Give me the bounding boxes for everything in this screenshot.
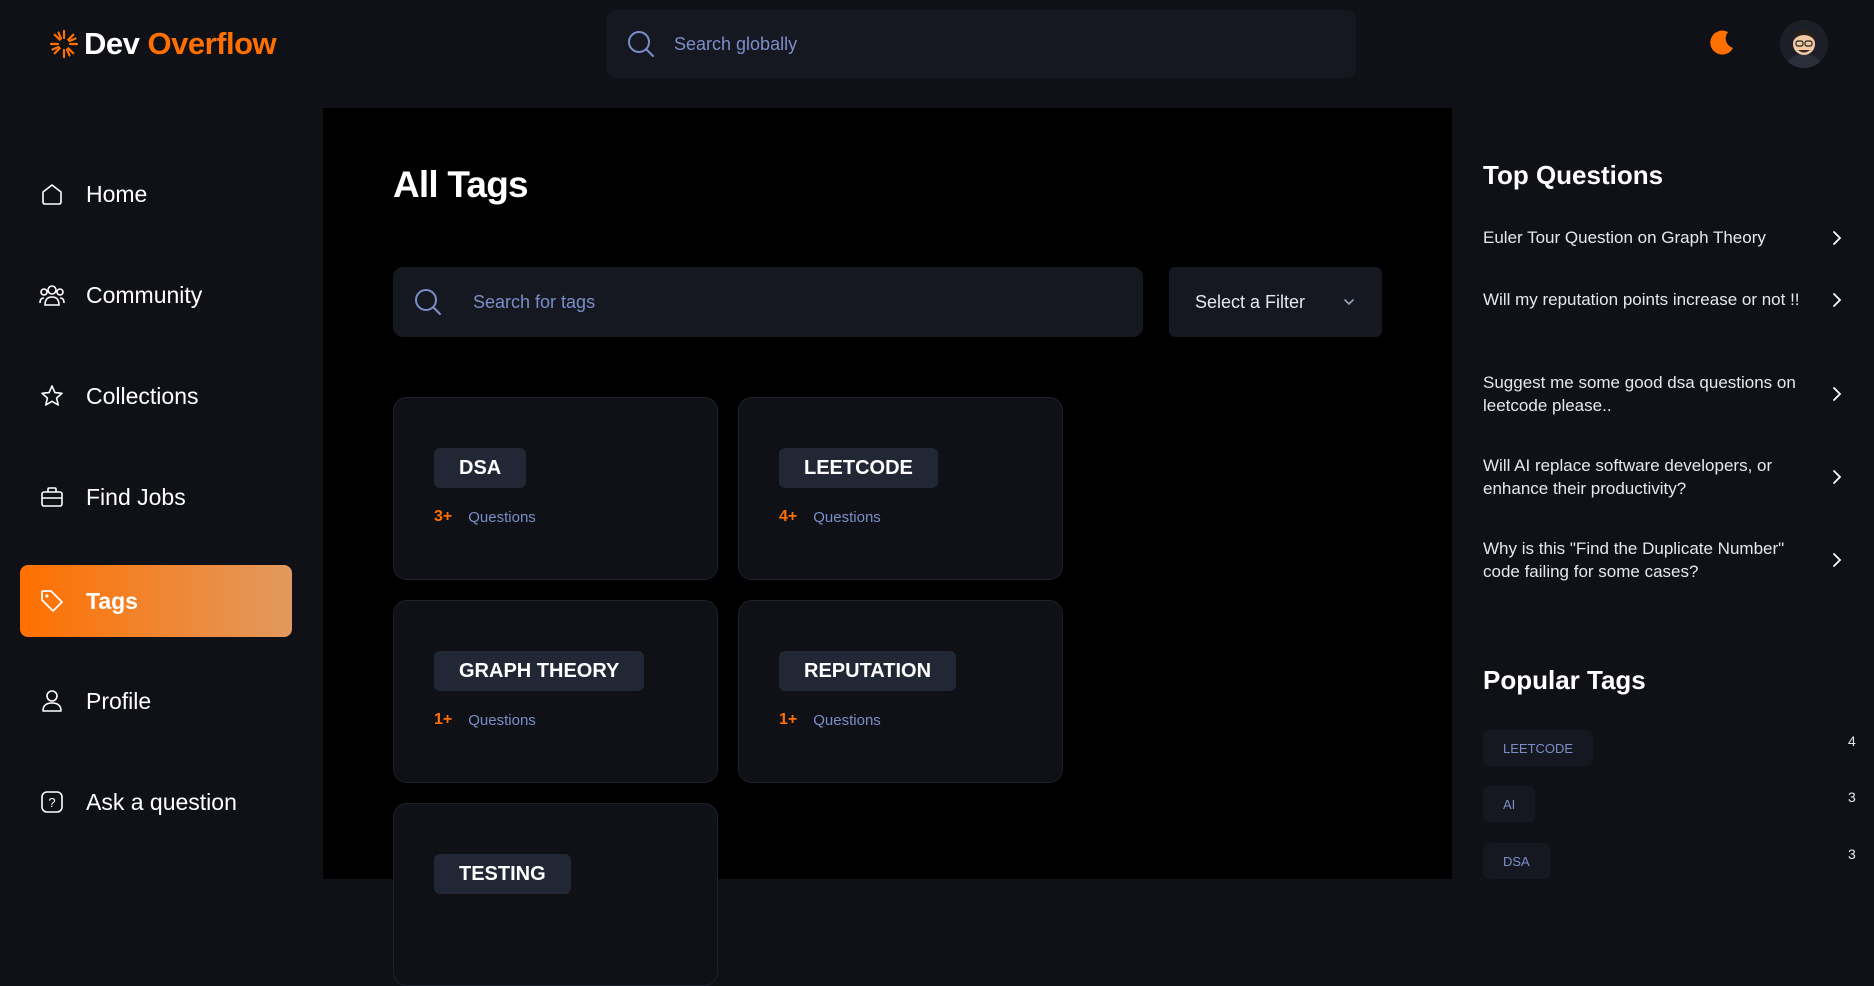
top-question-text: Will AI replace software developers, or … [1483,456,1773,498]
top-questions-title: Top Questions [1483,160,1664,190]
home-icon [38,180,66,208]
tag-card[interactable]: REPUTATION 1+ Questions [738,600,1063,783]
popular-tag[interactable]: LEETCODE [1483,730,1594,766]
tag-count-label: Questions [813,508,881,526]
sidebar-item-label: Home [86,180,148,207]
tag-pill: GRAPH THEORY [434,651,645,691]
moon-icon [1710,30,1733,55]
logo-text: Dev Overflow [84,26,277,62]
tag-pill: REPUTATION [779,651,957,691]
tag-count-number: 1+ [434,711,453,728]
popular-tag-count: 3 [1848,846,1856,862]
tag-count-number: 3+ [434,508,453,525]
tag-card[interactable]: TESTING [393,803,718,986]
top-question-item[interactable]: Euler Tour Question on Graph Theory [1483,226,1843,249]
tag-search-input[interactable]: Search for tags [393,267,1143,337]
tag-count-number: 1+ [779,711,798,728]
top-question-text: Suggest me some good dsa questions on le… [1483,373,1796,415]
filter-select-label: Select a Filter [1195,291,1306,312]
chevron-right-icon [1833,292,1842,307]
logo-icon [49,29,79,59]
page-title: All Tags [393,164,529,205]
chevron-right-icon [1833,387,1842,401]
top-navbar: Dev Overflow Search globally [0,0,1874,88]
tag-pill: TESTING [434,854,571,894]
global-search-placeholder: Search globally [674,33,798,54]
tag-search-placeholder: Search for tags [473,291,596,312]
tag-card[interactable]: LEETCODE 4+ Questions [738,397,1063,580]
sidebar-item-home[interactable]: Home [20,158,292,230]
popular-tag[interactable]: DSA [1483,843,1550,879]
user-icon [38,687,66,715]
tag-icon [38,587,66,615]
search-icon [415,289,441,315]
sidebar-item-label: Tags [86,587,138,614]
global-search-input[interactable]: Search globally [606,10,1356,78]
tag-pill: LEETCODE [779,448,938,488]
popular-tags-title: Popular Tags [1483,665,1646,695]
chevron-right-icon [1833,553,1842,567]
sidebar-item-tags[interactable]: Tags [20,565,292,637]
avatar-image [1780,20,1828,68]
sidebar-item-find-jobs[interactable]: Find Jobs [20,461,292,533]
sidebar-item-collections[interactable]: Collections [20,360,292,432]
sidebar-item-label: Collections [86,382,199,409]
logo-word-overflow: Overflow [147,26,277,61]
logo[interactable]: Dev Overflow [48,26,277,62]
main-content: All Tags Search for tags Select a Filter… [323,108,1452,986]
top-question-text: Will my reputation points increase or no… [1483,290,1800,309]
right-sidebar: Top Questions Euler Tour Question on Gra… [1452,108,1874,879]
sidebar-item-ask-question[interactable]: ? Ask a question [20,766,292,838]
tag-count-number: 4+ [779,508,798,525]
question-icon: ? [38,788,66,816]
top-question-item[interactable]: Will AI replace software developers, or … [1483,454,1843,500]
tag-card[interactable]: DSA 3+ Questions [393,397,718,580]
filter-select[interactable]: Select a Filter [1169,267,1382,337]
avatar[interactable] [1780,20,1828,68]
chevron-down-icon [1344,299,1354,306]
sidebar-item-profile[interactable]: Profile [20,665,292,737]
tag-question-count: 3+ Questions [434,508,536,526]
tag-count-label: Questions [813,711,881,729]
top-question-text: Why is this "Find the Duplicate Number" … [1483,539,1785,581]
left-sidebar: Home Community Collections Find Jobs Tag… [0,108,323,879]
chevron-right-icon [1833,470,1842,484]
top-question-item[interactable]: Will my reputation points increase or no… [1483,288,1843,311]
star-icon [38,382,66,410]
briefcase-icon [38,483,66,511]
tag-count-label: Questions [468,508,536,526]
tag-card[interactable]: GRAPH THEORY 1+ Questions [393,600,718,783]
users-icon [38,281,66,309]
top-question-item[interactable]: Why is this "Find the Duplicate Number" … [1483,537,1843,583]
sidebar-item-label: Community [86,281,203,308]
sidebar-item-label: Profile [86,687,152,714]
logo-word-dev: Dev [84,26,140,61]
popular-tag[interactable]: AI [1483,786,1536,822]
tag-count-label: Questions [468,711,536,729]
top-question-text: Euler Tour Question on Graph Theory [1483,228,1766,247]
sidebar-item-community[interactable]: Community [20,259,292,331]
chevron-right-icon [1833,230,1842,245]
top-question-item[interactable]: Suggest me some good dsa questions on le… [1483,371,1843,417]
tag-question-count: 1+ Questions [434,711,536,729]
tag-question-count: 4+ Questions [779,508,881,526]
tag-question-count: 1+ Questions [779,711,881,729]
svg-text:?: ? [48,795,55,810]
sidebar-item-label: Ask a question [86,788,237,815]
sidebar-item-label: Find Jobs [86,483,186,510]
theme-toggle-button[interactable] [1706,28,1736,58]
search-icon [628,31,654,57]
popular-tag-count: 4 [1848,733,1856,749]
popular-tag-count: 3 [1848,789,1856,805]
tag-pill: DSA [434,448,527,488]
